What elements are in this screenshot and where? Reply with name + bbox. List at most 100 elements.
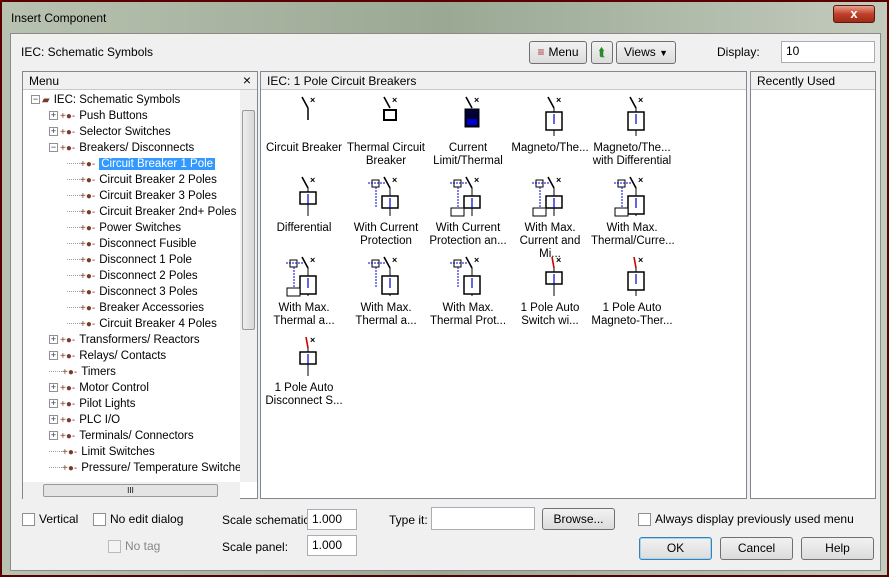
views-dropdown[interactable]: Views ▼ <box>616 41 676 64</box>
symbol-tile[interactable]: × Current Limit/Thermal <box>427 94 509 168</box>
expand-toggle-icon[interactable]: + <box>49 431 58 441</box>
window-title: Insert Component <box>11 11 107 25</box>
tree-item[interactable]: + +●- Pilot Lights <box>49 396 135 412</box>
type-it-input[interactable] <box>431 507 535 530</box>
ok-button[interactable]: OK <box>639 537 712 560</box>
tree-item[interactable]: +●- Circuit Breaker 2nd+ Poles <box>67 204 236 220</box>
symbol-label-line1: Thermal Circuit <box>347 142 425 154</box>
svg-text:×: × <box>474 95 479 105</box>
tree-item[interactable]: − ▰ IEC: Schematic Symbols <box>31 92 180 108</box>
scroll-thumb[interactable] <box>242 110 255 330</box>
tree-item[interactable]: + +●- Motor Control <box>49 380 149 396</box>
svg-text:×: × <box>392 255 397 265</box>
tree-item[interactable]: +●- Circuit Breaker 4 Poles <box>67 316 217 332</box>
expand-toggle-icon[interactable]: − <box>31 95 40 105</box>
tree-item[interactable]: + +●- Relays/ Contacts <box>49 348 166 364</box>
tree-item[interactable]: +●- Limit Switches <box>49 444 155 460</box>
no-edit-checkbox[interactable]: No edit dialog <box>93 512 183 527</box>
horizontal-scrollbar[interactable]: III <box>23 482 240 499</box>
menu-panel-header: Menu × <box>23 72 257 90</box>
symbol-tile[interactable]: × With Max. Thermal a... <box>263 254 345 328</box>
tree-item[interactable]: − +●- Breakers/ Disconnects <box>49 140 194 156</box>
expand-toggle-icon[interactable]: + <box>49 383 58 393</box>
folder-up-button[interactable]: ⮬ <box>591 41 613 64</box>
tree-item[interactable]: + +●- Selector Switches <box>49 124 171 140</box>
tree-item[interactable]: +●- Timers <box>49 364 116 380</box>
checkbox-box[interactable] <box>108 540 121 554</box>
always-display-checkbox[interactable]: Always display previously used menu <box>638 512 854 527</box>
hscroll-thumb[interactable]: III <box>43 484 218 497</box>
vertical-checkbox[interactable]: Vertical <box>22 512 78 527</box>
expand-toggle-icon[interactable]: + <box>49 351 58 361</box>
tree-item[interactable]: +●- Pressure/ Temperature Switches <box>49 460 247 476</box>
no-tag-checkbox[interactable]: No tag <box>108 539 160 554</box>
tree-item[interactable]: +●- Circuit Breaker 2 Poles <box>67 172 217 188</box>
tree-connector <box>67 307 80 309</box>
svg-text:×: × <box>556 175 561 185</box>
tree-item[interactable]: +●- Circuit Breaker 1 Pole <box>67 156 216 172</box>
checkbox-box[interactable] <box>22 513 35 527</box>
expand-toggle-icon[interactable]: + <box>49 335 58 345</box>
tree-connector <box>67 323 80 325</box>
tree-connector <box>67 211 80 213</box>
display-input[interactable]: 10 <box>781 41 875 63</box>
symbol-tile[interactable]: × With Max. Thermal a... <box>345 254 427 328</box>
tree-item[interactable]: +●- Disconnect Fusible <box>67 236 196 252</box>
symbol-tile[interactable]: × 1 Pole Auto Magneto-Ther... <box>591 254 673 328</box>
tree-connector <box>67 179 80 181</box>
symbol-tile[interactable]: × With Max. Thermal/Curre... <box>591 174 675 248</box>
tree-item[interactable]: + +●- Transformers/ Reactors <box>49 332 200 348</box>
tree-item[interactable]: +●- Disconnect 2 Poles <box>67 268 198 284</box>
browse-button[interactable]: Browse... <box>542 508 615 530</box>
tree-item[interactable]: +●- Breaker Accessories <box>67 300 204 316</box>
tree-item-label: Circuit Breaker 1 Pole <box>99 158 216 170</box>
help-button[interactable]: Help <box>801 537 874 560</box>
views-label: Views <box>623 45 656 59</box>
symbol-tile[interactable]: × 1 Pole Auto Disconnect S... <box>263 334 345 408</box>
tree-item-label: Selector Switches <box>79 126 171 138</box>
tree-item[interactable]: +●- Power Switches <box>67 220 181 236</box>
component-node-icon: +●- <box>60 143 76 154</box>
symbol-tile[interactable]: × Circuit Breaker <box>263 94 345 155</box>
tree-item[interactable]: +●- Disconnect 1 Pole <box>67 252 192 268</box>
tree-item-label: Timers <box>81 366 116 378</box>
thermal-prot-icon: × <box>450 255 481 296</box>
symbol-tile[interactable]: × Differential <box>263 174 345 235</box>
vertical-scrollbar[interactable] <box>240 90 257 482</box>
menu-panel: Menu × − ▰ IEC: Schematic Symbols + +●- Push B… <box>22 71 258 499</box>
expand-toggle-icon[interactable]: + <box>49 127 58 137</box>
menu-panel-title: Menu <box>29 74 60 88</box>
tree-item[interactable]: +●- Disconnect 3 Poles <box>67 284 198 300</box>
menu-button[interactable]: ≡ Menu <box>529 41 587 64</box>
close-menu-icon[interactable]: × <box>243 73 251 87</box>
checkbox-box[interactable] <box>638 513 651 527</box>
component-node-icon: +●- <box>60 415 76 426</box>
symbol-tile[interactable]: × With Current Protection <box>345 174 427 248</box>
symbol-tile[interactable]: × With Max. Current and Mi... <box>509 174 591 261</box>
expand-toggle-icon[interactable]: − <box>49 143 58 153</box>
symbol-tile[interactable]: × 1 Pole Auto Switch wi... <box>509 254 591 328</box>
tree-item[interactable]: + +●- PLC I/O <box>49 412 120 428</box>
tree-item[interactable]: + +●- Terminals/ Connectors <box>49 428 194 444</box>
symbol-tile[interactable]: × With Current Protection an... <box>427 174 509 248</box>
scale-panel-input[interactable]: 1.000 <box>307 535 357 556</box>
symbol-tile[interactable]: × Thermal Circuit Breaker <box>345 94 427 168</box>
expand-toggle-icon[interactable]: + <box>49 399 58 409</box>
checkbox-box[interactable] <box>93 513 106 527</box>
scale-schematic-input[interactable]: 1.000 <box>307 509 357 530</box>
display-label: Display: <box>717 45 760 59</box>
symbol-tile[interactable]: × Magneto/The... with Differential <box>591 94 673 168</box>
tree-item[interactable]: +●- Circuit Breaker 3 Poles <box>67 188 217 204</box>
svg-text:×: × <box>310 95 315 105</box>
close-window-button[interactable]: x <box>833 5 875 23</box>
expand-toggle-icon[interactable]: + <box>49 111 58 121</box>
cancel-button[interactable]: Cancel <box>720 537 793 560</box>
component-node-icon: +●- <box>80 175 96 186</box>
tree-item-label: Disconnect Fusible <box>99 238 197 250</box>
tree-item[interactable]: + +●- Push Buttons <box>49 108 148 124</box>
expand-toggle-icon[interactable]: + <box>49 415 58 425</box>
symbol-label-line1: Current <box>448 142 488 154</box>
symbol-tile[interactable]: × With Max. Thermal Prot... <box>427 254 509 328</box>
symbols-panel: IEC: 1 Pole Circuit Breakers × Circuit Br… <box>260 71 747 499</box>
symbol-tile[interactable]: × Magneto/The... <box>509 94 591 155</box>
